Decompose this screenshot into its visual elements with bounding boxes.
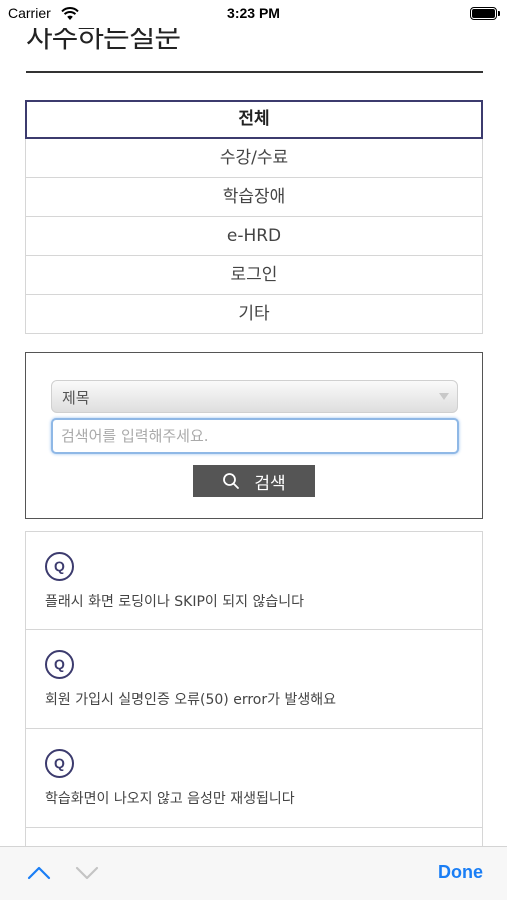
search-input[interactable] [51,418,459,454]
category-login[interactable]: 로그인 [25,256,483,295]
category-all[interactable]: 전체 [25,100,483,139]
search-panel: 제목 검색 [25,352,483,519]
question-badge-icon: Q [45,552,74,581]
chevron-up-icon[interactable] [26,864,52,886]
faq-item[interactable]: Q 플래시 화면 로딩이나 SKIP이 되지 않습니다 [25,531,483,630]
category-enrollment[interactable]: 수강/수료 [25,139,483,178]
faq-question: 플래시 화면 로딩이나 SKIP이 되지 않습니다 [45,594,304,610]
search-button-label: 검색 [254,473,286,494]
faq-list: Q 플래시 화면 로딩이나 SKIP이 되지 않습니다 Q 회원 가입시 실명인… [25,531,483,900]
select-arrow-icon [439,393,449,400]
search-icon [222,472,240,490]
search-button[interactable]: 검색 [193,465,315,497]
select-value: 제목 [62,389,90,407]
category-list: 전체 수강/수료 학습장애 e-HRD 로그인 기타 [25,100,483,334]
status-bar: Carrier 3:23 PM [0,0,507,28]
search-field-select[interactable]: 제목 [51,380,458,413]
status-time: 3:23 PM [227,5,280,21]
question-badge-icon: Q [45,650,74,679]
question-badge-icon: Q [45,749,74,778]
faq-item[interactable]: Q 회원 가입시 실명인증 오류(50) error가 발생해요 [25,630,483,729]
category-other[interactable]: 기타 [25,295,483,334]
faq-question: 회원 가입시 실명인증 오류(50) error가 발생해요 [45,692,336,708]
battery-icon [470,7,500,20]
done-button[interactable]: Done [438,862,483,883]
title-divider [26,71,483,73]
category-ehrd[interactable]: e-HRD [25,217,483,256]
faq-item[interactable]: Q 학습화면이 나오지 않고 음성만 재생됩니다 [25,729,483,828]
keyboard-toolbar: Done [0,846,507,900]
category-learning-issue[interactable]: 학습장애 [25,178,483,217]
faq-question: 학습화면이 나오지 않고 음성만 재생됩니다 [45,791,295,807]
chevron-down-icon[interactable] [74,864,100,886]
